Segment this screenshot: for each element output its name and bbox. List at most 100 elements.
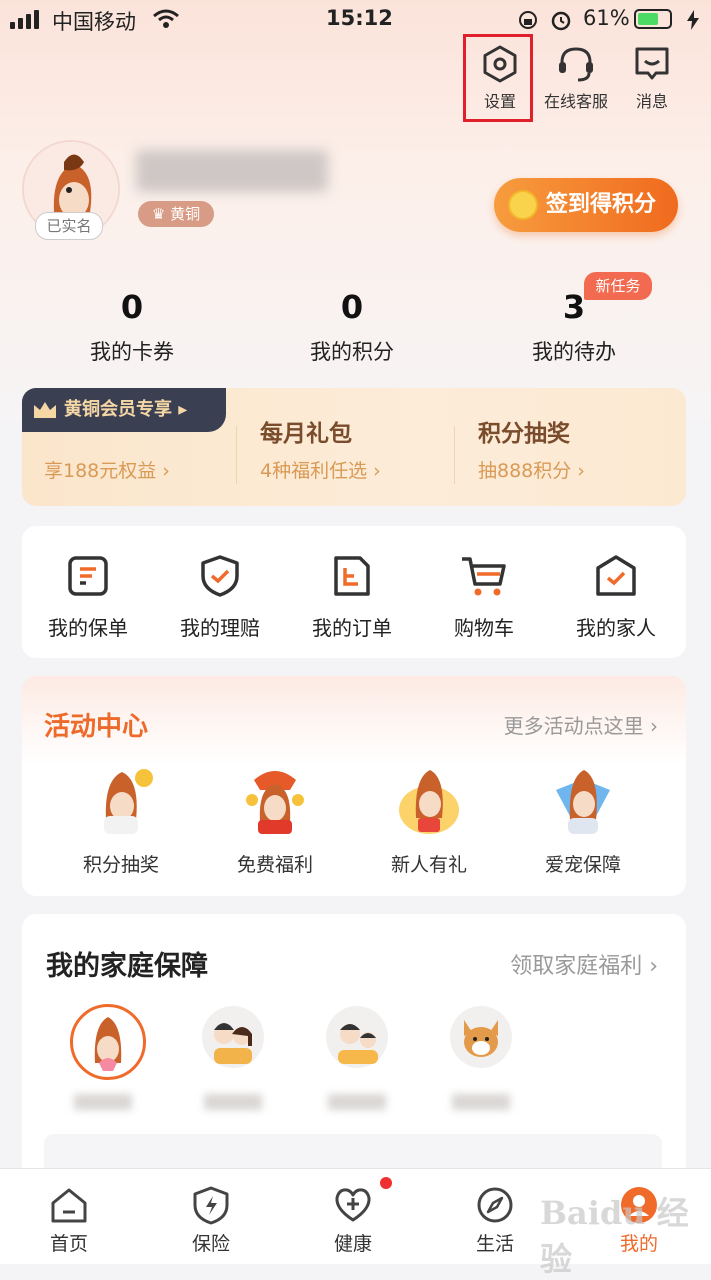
points-stat[interactable]: 0 我的积分: [272, 288, 432, 366]
insurance-icon: [193, 1186, 229, 1225]
monthly-gift-sub[interactable]: 4种福利任选 ›: [260, 456, 381, 483]
home-icon: [51, 1188, 87, 1223]
baidu-watermark: Baidu 经验: [540, 1194, 689, 1278]
points-label: 我的积分: [310, 340, 394, 364]
coin-icon: [508, 190, 538, 220]
carrier-label: 中国移动: [52, 10, 136, 34]
horse-newcomer-icon: [399, 770, 459, 834]
alarm-icon: [551, 11, 571, 31]
clock-time: 15:12: [326, 6, 393, 30]
status-bar: 中国移动 15:12 61%: [0, 0, 711, 40]
username-blurred: [136, 150, 328, 192]
quick-menu: 我的保单 我的理赔 我的订单 购物车 我的家人: [22, 526, 686, 658]
battery-icon: [634, 9, 672, 29]
signal-icon: [10, 10, 39, 29]
family-member-avatar[interactable]: [326, 1006, 388, 1068]
messages-button[interactable]: 消息: [616, 44, 688, 112]
wifi-icon: [153, 9, 179, 28]
order-icon: [334, 556, 370, 596]
coupons-label: 我的卡券: [90, 340, 174, 364]
menu-item-policy[interactable]: 我的保单: [22, 526, 154, 641]
activity-label: 免费福利: [236, 854, 313, 876]
couple-avatar-icon: [214, 1023, 252, 1064]
rotation-lock-icon: [519, 11, 537, 29]
member-tag-label: 黄铜会员专享 ▸: [64, 399, 188, 420]
activity-item-newcomer[interactable]: 新人有礼: [364, 760, 494, 877]
charging-icon: [687, 10, 699, 30]
shield-check-icon: [201, 555, 239, 597]
activity-item-lottery[interactable]: 积分抽奖: [56, 760, 186, 877]
activity-center: 活动中心 更多活动点这里 › 积分抽奖 免费福利 新人有礼 爱宠保障: [22, 676, 686, 896]
tab-label: 保险: [191, 1233, 230, 1255]
tab-life[interactable]: 生活: [450, 1185, 540, 1256]
family-member-avatar[interactable]: [70, 1004, 146, 1080]
menu-label: 我的理赔: [180, 616, 260, 640]
cart-icon: [462, 557, 506, 596]
monthly-gift-title[interactable]: 每月礼包: [260, 414, 352, 448]
dog-avatar-icon: [464, 1020, 498, 1057]
points-value: 0: [340, 288, 364, 326]
menu-item-family[interactable]: 我的家人: [550, 526, 682, 641]
horse-lottery-icon: [104, 769, 153, 834]
customer-service-button[interactable]: 在线客服: [539, 44, 613, 112]
family-member-avatar[interactable]: [202, 1006, 264, 1068]
member-benefit-link[interactable]: 享188元权益 ›: [44, 456, 170, 483]
menu-item-cart[interactable]: 购物车: [418, 526, 550, 641]
activity-more-link[interactable]: 更多活动点这里 ›: [504, 710, 658, 739]
signin-label: 签到得积分: [546, 192, 657, 217]
headset-icon: [559, 47, 593, 82]
menu-label: 购物车: [454, 616, 514, 640]
family-more-link[interactable]: 领取家庭福利 ›: [510, 948, 658, 980]
activity-label: 积分抽奖: [82, 854, 159, 876]
menu-label: 我的家人: [576, 616, 656, 640]
menu-item-orders[interactable]: 我的订单: [286, 526, 418, 641]
horse-gift-icon: [246, 771, 304, 834]
health-icon: [335, 1188, 371, 1222]
menu-item-claims[interactable]: 我的理赔: [154, 526, 286, 641]
points-lottery-title[interactable]: 积分抽奖: [478, 414, 570, 448]
policy-icon: [68, 556, 108, 596]
level-badge[interactable]: ♛ 黄铜: [138, 201, 214, 227]
family-icon: [596, 555, 636, 596]
settings-highlight-box: [463, 34, 533, 122]
member-benefits-card: 黄铜会员专享 ▸ 享188元权益 › 每月礼包 4种福利任选 › 积分抽奖 抽8…: [22, 388, 686, 506]
new-task-badge: 新任务: [584, 272, 652, 300]
crown-icon: ♛: [151, 205, 171, 223]
activity-title: 活动中心: [44, 712, 149, 742]
member-tag[interactable]: 黄铜会员专享 ▸: [22, 388, 226, 432]
family-title: 我的家庭保障: [46, 951, 208, 982]
tab-health[interactable]: 健康: [308, 1185, 398, 1256]
menu-label: 我的订单: [312, 616, 392, 640]
horse-avatar-icon: [94, 1017, 122, 1071]
horse-pet-icon: [556, 770, 610, 834]
customer-service-label: 在线客服: [543, 92, 608, 111]
activity-item-free-benefits[interactable]: 免费福利: [210, 760, 340, 877]
coupons-stat[interactable]: 0 我的卡券: [52, 288, 212, 366]
activity-label: 新人有礼: [390, 854, 467, 876]
verified-badge: 已实名: [35, 212, 103, 240]
tab-label: 首页: [49, 1233, 88, 1255]
family-member-name-blurred: [452, 1094, 510, 1110]
tab-label: 健康: [333, 1233, 372, 1255]
notification-dot: [380, 1177, 392, 1189]
parent-child-avatar-icon: [338, 1024, 378, 1064]
tab-home[interactable]: 首页: [24, 1185, 114, 1256]
family-member-name-blurred: [74, 1094, 132, 1110]
message-icon: [635, 47, 669, 80]
messages-label: 消息: [635, 92, 668, 111]
divider: [454, 426, 455, 484]
activity-label: 爱宠保障: [544, 854, 621, 876]
signin-button[interactable]: 签到得积分: [494, 178, 678, 232]
battery-percent: 61%: [583, 6, 630, 30]
points-lottery-sub[interactable]: 抽888积分 ›: [478, 456, 585, 483]
family-member-avatar[interactable]: [450, 1006, 512, 1068]
compass-icon: [477, 1187, 513, 1223]
activity-item-pet-insurance[interactable]: 爱宠保障: [518, 760, 648, 877]
todo-label: 我的待办: [532, 340, 616, 364]
tab-insurance[interactable]: 保险: [166, 1185, 256, 1256]
tab-label: 生活: [475, 1233, 514, 1255]
divider: [236, 426, 237, 484]
crown-icon: [34, 402, 56, 418]
coupons-value: 0: [120, 288, 144, 326]
family-member-name-blurred: [328, 1094, 386, 1110]
